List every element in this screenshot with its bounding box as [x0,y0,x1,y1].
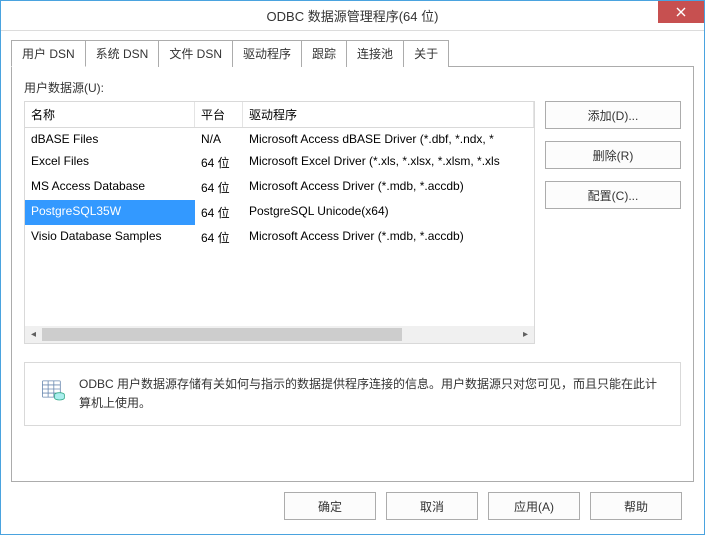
list-label: 用户数据源(U): [24,79,681,96]
cell-name: MS Access Database [25,175,195,200]
add-button[interactable]: 添加(D)... [545,101,681,129]
close-button[interactable] [658,1,704,23]
close-icon [676,7,686,17]
tab-tracing[interactable]: 跟踪 [301,40,347,67]
apply-button[interactable]: 应用(A) [488,492,580,520]
list-header: 名称 平台 驱动程序 [24,101,535,128]
cell-driver: Microsoft Access dBASE Driver (*.dbf, *.… [243,128,534,150]
content-row: 名称 平台 驱动程序 dBASE FilesN/AMicrosoft Acces… [24,101,681,344]
dsn-list[interactable]: 名称 平台 驱动程序 dBASE FilesN/AMicrosoft Acces… [24,101,535,344]
titlebar: ODBC 数据源管理程序(64 位) [1,1,704,31]
table-row[interactable]: Visio Database Samples64 位Microsoft Acce… [25,225,534,250]
table-row[interactable]: Excel Files64 位Microsoft Excel Driver (*… [25,150,534,175]
cell-name: dBASE Files [25,128,195,150]
cell-platform: 64 位 [195,150,243,175]
cell-name: Excel Files [25,150,195,175]
tab-drivers[interactable]: 驱动程序 [232,40,302,67]
dialog-buttons: 确定 取消 应用(A) 帮助 [11,482,694,524]
table-row[interactable]: dBASE FilesN/AMicrosoft Access dBASE Dri… [25,128,534,150]
tab-system-dsn[interactable]: 系统 DSN [85,40,160,67]
scroll-track[interactable] [42,326,517,343]
configure-button[interactable]: 配置(C)... [545,181,681,209]
table-row[interactable]: PostgreSQL35W64 位PostgreSQL Unicode(x64) [25,200,534,225]
col-platform[interactable]: 平台 [195,102,243,127]
info-text: ODBC 用户数据源存储有关如何与指示的数据提供程序连接的信息。用户数据源只对您… [79,375,666,413]
cell-driver: PostgreSQL Unicode(x64) [243,200,534,225]
tabpage-user-dsn: 用户数据源(U): 名称 平台 驱动程序 dBASE FilesN/AMicro… [11,66,694,482]
tab-pooling[interactable]: 连接池 [346,40,404,67]
ok-button[interactable]: 确定 [284,492,376,520]
cell-name: Visio Database Samples [25,225,195,250]
tab-user-dsn[interactable]: 用户 DSN [11,40,86,67]
window-title: ODBC 数据源管理程序(64 位) [267,6,439,25]
help-button[interactable]: 帮助 [590,492,682,520]
cell-platform: 64 位 [195,175,243,200]
cell-driver: Microsoft Excel Driver (*.xls, *.xlsx, *… [243,150,534,175]
datasource-icon [39,375,67,403]
odbc-admin-window: ODBC 数据源管理程序(64 位) 用户 DSN 系统 DSN 文件 DSN … [0,0,705,535]
info-box: ODBC 用户数据源存储有关如何与指示的数据提供程序连接的信息。用户数据源只对您… [24,362,681,426]
cell-platform: 64 位 [195,200,243,225]
cell-driver: Microsoft Access Driver (*.mdb, *.accdb) [243,175,534,200]
tab-file-dsn[interactable]: 文件 DSN [158,40,233,67]
cancel-button[interactable]: 取消 [386,492,478,520]
col-name[interactable]: 名称 [25,102,195,127]
cell-platform: 64 位 [195,225,243,250]
tabstrip: 用户 DSN 系统 DSN 文件 DSN 驱动程序 跟踪 连接池 关于 [11,40,694,67]
side-buttons: 添加(D)... 删除(R) 配置(C)... [545,101,681,344]
remove-button[interactable]: 删除(R) [545,141,681,169]
cell-driver: Microsoft Access Driver (*.mdb, *.accdb) [243,225,534,250]
client-area: 用户 DSN 系统 DSN 文件 DSN 驱动程序 跟踪 连接池 关于 用户数据… [1,31,704,534]
scroll-left-arrow-icon[interactable]: ◂ [25,326,42,343]
list-body: dBASE FilesN/AMicrosoft Access dBASE Dri… [24,128,535,344]
scroll-right-arrow-icon[interactable]: ▸ [517,326,534,343]
scroll-thumb[interactable] [42,328,402,341]
tab-about[interactable]: 关于 [403,40,449,67]
h-scrollbar[interactable]: ◂ ▸ [25,326,534,343]
cell-name: PostgreSQL35W [25,200,195,225]
col-driver[interactable]: 驱动程序 [243,102,534,127]
table-row[interactable]: MS Access Database64 位Microsoft Access D… [25,175,534,200]
cell-platform: N/A [195,128,243,150]
